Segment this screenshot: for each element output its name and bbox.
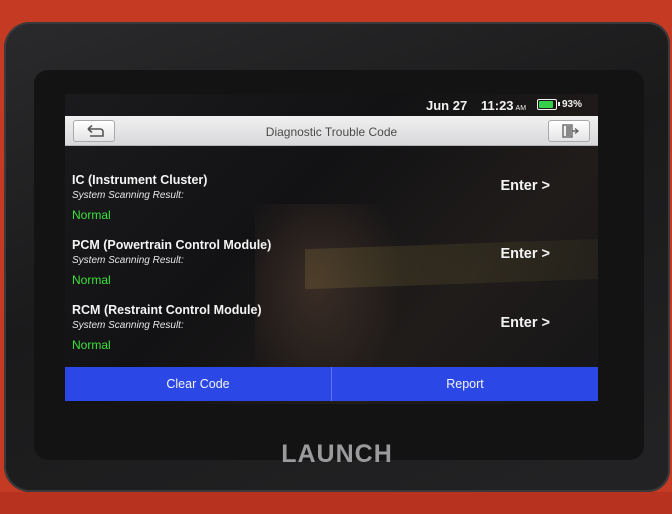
module-name: PCM (Powertrain Control Module)	[72, 238, 272, 252]
page-title: Diagnostic Trouble Code	[265, 125, 398, 139]
exit-icon	[562, 124, 580, 138]
module-status: Normal	[72, 273, 111, 287]
enter-button-pcm[interactable]: Enter >	[500, 246, 550, 262]
module-name: IC (Instrument Cluster)	[72, 173, 208, 187]
module-row-ic[interactable]: IC (Instrument Cluster) System Scanning …	[65, 173, 598, 237]
battery-fill	[539, 101, 553, 108]
module-status: Normal	[72, 338, 111, 352]
battery-tip	[558, 102, 560, 106]
module-scan-label: System Scanning Result:	[72, 190, 184, 201]
battery-icon	[537, 99, 560, 110]
module-status: Normal	[72, 208, 111, 222]
exit-button[interactable]	[548, 120, 590, 142]
action-bar: Clear Code Report	[65, 367, 598, 401]
app-screen: Jun 27 11:23 AM 93% Diagnostic Trouble Co…	[65, 94, 598, 404]
status-time-value: 11:23	[481, 98, 514, 113]
enter-button-ic[interactable]: Enter >	[500, 178, 550, 194]
battery-percent: 93%	[562, 99, 583, 110]
module-row-pcm[interactable]: PCM (Powertrain Control Module) System S…	[65, 238, 598, 302]
module-row-rcm[interactable]: RCM (Restraint Control Module) System Sc…	[65, 303, 598, 367]
status-bar: Jun 27 11:23 AM 93%	[65, 94, 598, 116]
module-scan-label: System Scanning Result:	[72, 320, 184, 331]
clear-code-button[interactable]: Clear Code	[65, 367, 331, 401]
module-name: RCM (Restraint Control Module)	[72, 303, 262, 317]
report-button[interactable]: Report	[331, 367, 598, 401]
status-time: 11:23 AM	[481, 98, 526, 113]
device-casing-edge	[0, 492, 672, 514]
module-scan-label: System Scanning Result:	[72, 255, 184, 266]
status-ampm: AM	[515, 105, 527, 112]
brand-logo: LAUNCH	[281, 440, 393, 468]
status-date: Jun 27	[426, 98, 468, 113]
enter-button-rcm[interactable]: Enter >	[500, 315, 550, 331]
title-bar: Diagnostic Trouble Code	[65, 116, 598, 146]
